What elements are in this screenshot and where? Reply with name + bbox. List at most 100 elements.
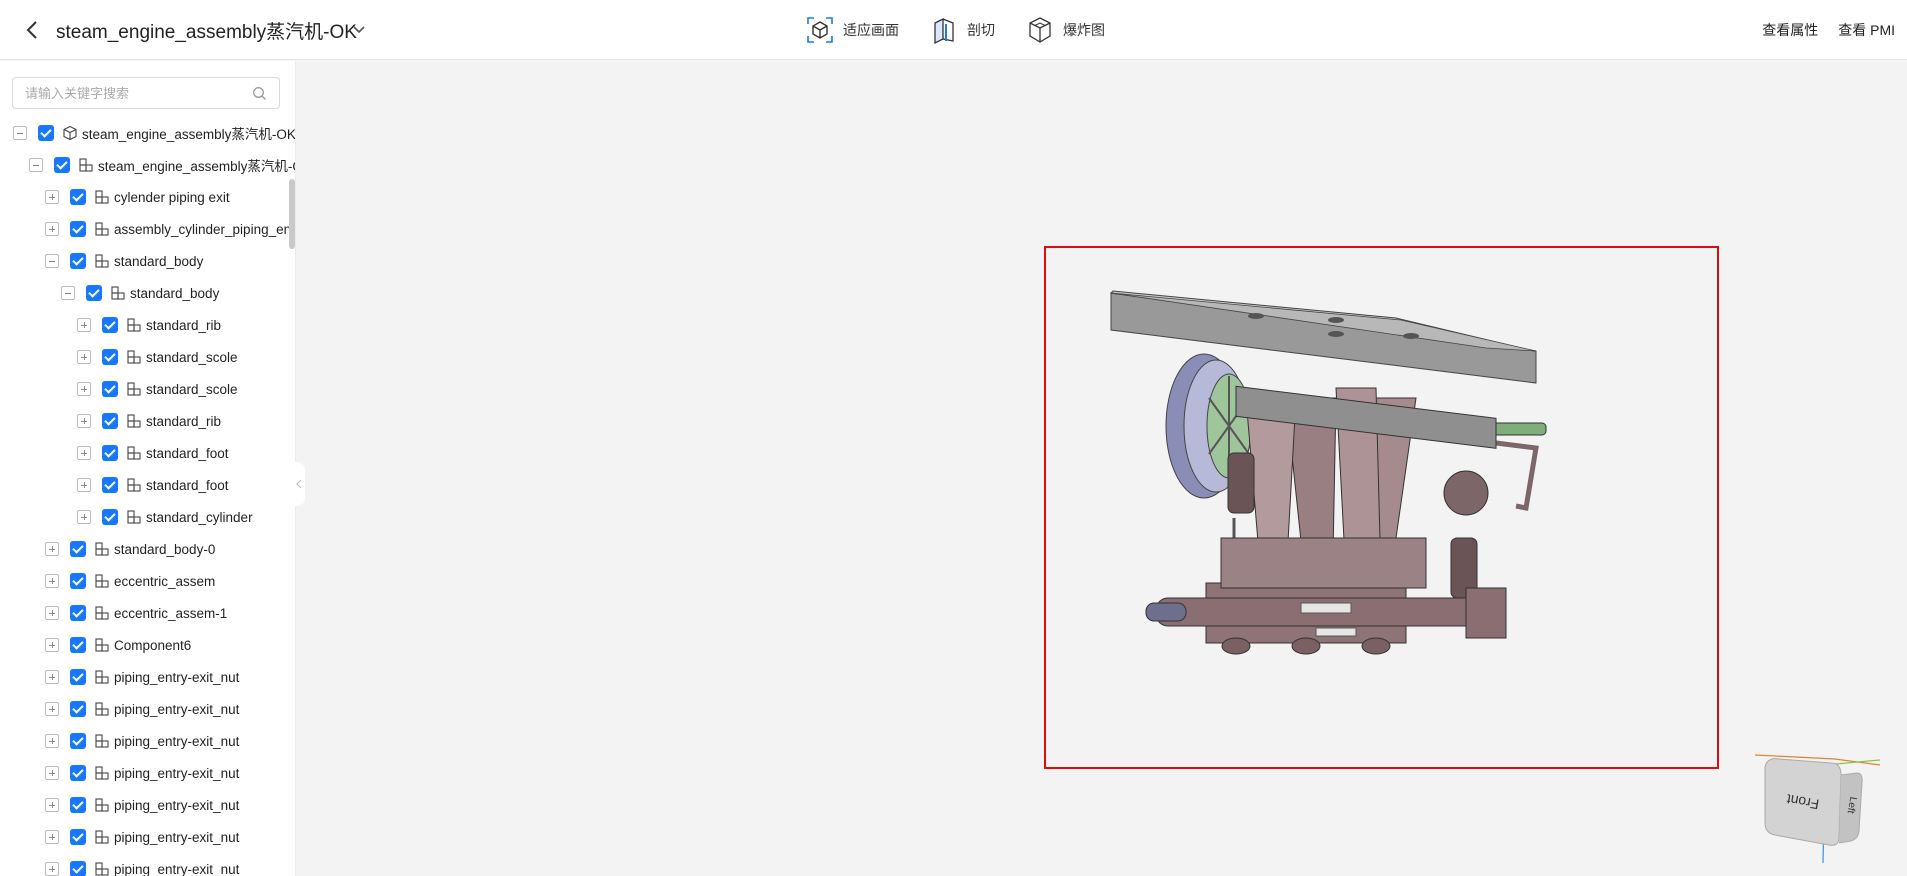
explode-view-button[interactable]: 爆炸图 xyxy=(1025,15,1105,45)
fit-view-label: 适应画面 xyxy=(843,22,899,38)
tree-node[interactable]: standard_rib xyxy=(0,309,290,341)
search-icon[interactable] xyxy=(252,86,267,101)
tree-node[interactable]: piping_entry-exit_nut xyxy=(0,853,290,876)
expand-icon[interactable] xyxy=(45,862,59,876)
back-arrow-icon[interactable] xyxy=(20,16,44,44)
tree-node[interactable]: standard_body xyxy=(0,277,290,309)
expand-icon[interactable] xyxy=(45,702,59,716)
visibility-checkbox[interactable] xyxy=(70,829,86,845)
assembly-icon xyxy=(95,798,109,812)
visibility-checkbox[interactable] xyxy=(86,285,102,301)
assembly-icon xyxy=(95,606,109,620)
visibility-checkbox[interactable] xyxy=(70,733,86,749)
expand-icon[interactable] xyxy=(77,318,91,332)
assembly-icon xyxy=(95,542,109,556)
expand-icon[interactable] xyxy=(45,574,59,588)
tree-node[interactable]: piping_entry-exit_nut xyxy=(0,693,290,725)
collapse-icon[interactable] xyxy=(13,126,27,140)
tree-node[interactable]: piping_entry-exit_nut xyxy=(0,821,290,853)
tree-node-label: piping_entry-exit_nut xyxy=(114,861,240,876)
chevron-down-icon[interactable] xyxy=(350,20,368,38)
fit-view-button[interactable]: 适应画面 xyxy=(805,15,899,45)
visibility-checkbox[interactable] xyxy=(70,573,86,589)
visibility-checkbox[interactable] xyxy=(102,445,118,461)
expand-icon[interactable] xyxy=(77,510,91,524)
visibility-checkbox[interactable] xyxy=(102,509,118,525)
tree-node[interactable]: cylender piping exit xyxy=(0,181,290,213)
expand-icon[interactable] xyxy=(77,414,91,428)
model-tree-panel: steam_engine_assembly蒸汽机-OK steam_engine_… xyxy=(0,61,296,876)
tree-node[interactable]: standard_foot xyxy=(0,469,290,501)
tree-node[interactable]: piping_entry-exit_nut xyxy=(0,757,290,789)
tree-node-label: standard_rib xyxy=(146,413,222,429)
visibility-checkbox[interactable] xyxy=(70,765,86,781)
tree-node[interactable]: standard_foot xyxy=(0,437,290,469)
visibility-checkbox[interactable] xyxy=(54,157,70,173)
visibility-checkbox[interactable] xyxy=(70,221,86,237)
visibility-checkbox[interactable] xyxy=(102,349,118,365)
visibility-checkbox[interactable] xyxy=(102,413,118,429)
tree-node[interactable]: standard_rib xyxy=(0,405,290,437)
collapse-icon[interactable] xyxy=(45,254,59,268)
tree-node[interactable]: standard_cylinder xyxy=(0,501,290,533)
expand-icon[interactable] xyxy=(77,478,91,492)
search-box xyxy=(12,77,280,109)
visibility-checkbox[interactable] xyxy=(38,125,54,141)
assembly-icon xyxy=(127,510,141,524)
expand-icon[interactable] xyxy=(45,734,59,748)
steam-engine-model[interactable] xyxy=(1046,248,1717,767)
search-input[interactable] xyxy=(25,78,245,108)
tree-node[interactable]: steam_engine_assembly蒸汽机-OK xyxy=(0,149,295,181)
tree-node-label: piping_entry-exit_nut xyxy=(114,765,240,781)
expand-icon[interactable] xyxy=(45,830,59,844)
view-cube[interactable]: Front Left xyxy=(1755,745,1885,865)
collapse-icon[interactable] xyxy=(61,286,75,300)
tree-node[interactable]: piping_entry-exit_nut xyxy=(0,661,290,693)
visibility-checkbox[interactable] xyxy=(102,317,118,333)
visibility-checkbox[interactable] xyxy=(70,701,86,717)
expand-icon[interactable] xyxy=(45,542,59,556)
visibility-checkbox[interactable] xyxy=(70,253,86,269)
tree-node[interactable]: standard_body-0 xyxy=(0,533,290,565)
visibility-checkbox[interactable] xyxy=(70,541,86,557)
expand-icon[interactable] xyxy=(45,670,59,684)
visibility-checkbox[interactable] xyxy=(70,797,86,813)
view-pmi-link[interactable]: 查看 PMI xyxy=(1838,20,1895,40)
visibility-checkbox[interactable] xyxy=(102,477,118,493)
tree-node[interactable]: Component6 xyxy=(0,629,290,661)
section-cut-button[interactable]: 剖切 xyxy=(929,15,995,45)
page-title: steam_engine_assembly蒸汽机-OK xyxy=(56,22,357,43)
tree-node[interactable]: piping_entry-exit_nut xyxy=(0,725,290,757)
tree-node-label: standard_foot xyxy=(146,477,229,493)
tree-node[interactable]: steam_engine_assembly蒸汽机-OK xyxy=(0,117,295,149)
expand-icon[interactable] xyxy=(45,798,59,812)
expand-icon[interactable] xyxy=(77,382,91,396)
3d-viewport[interactable]: Front Left xyxy=(297,61,1907,876)
visibility-checkbox[interactable] xyxy=(102,381,118,397)
visibility-checkbox[interactable] xyxy=(70,637,86,653)
tree-node[interactable]: eccentric_assem xyxy=(0,565,290,597)
visibility-checkbox[interactable] xyxy=(70,669,86,685)
visibility-checkbox[interactable] xyxy=(70,605,86,621)
expand-icon[interactable] xyxy=(45,222,59,236)
tree-node[interactable]: eccentric_assem-1 xyxy=(0,597,290,629)
tree-node[interactable]: assembly_cylinder_piping_entry xyxy=(0,213,295,245)
tree-node[interactable]: piping_entry-exit_nut xyxy=(0,789,290,821)
tree-node-label: piping_entry-exit_nut xyxy=(114,829,240,845)
visibility-checkbox[interactable] xyxy=(70,861,86,876)
view-properties-link[interactable]: 查看属性 xyxy=(1762,20,1818,40)
expand-icon[interactable] xyxy=(45,190,59,204)
expand-icon[interactable] xyxy=(45,638,59,652)
tree-node[interactable]: standard_scole xyxy=(0,373,290,405)
tree-node-label: piping_entry-exit_nut xyxy=(114,701,240,717)
tree-scrollbar[interactable] xyxy=(289,179,295,249)
visibility-checkbox[interactable] xyxy=(70,189,86,205)
tree-node-label: steam_engine_assembly蒸汽机-OK xyxy=(98,159,296,174)
tree-node[interactable]: standard_body xyxy=(0,245,290,277)
expand-icon[interactable] xyxy=(77,446,91,460)
collapse-icon[interactable] xyxy=(29,158,43,172)
tree-node[interactable]: standard_scole xyxy=(0,341,290,373)
expand-icon[interactable] xyxy=(45,766,59,780)
expand-icon[interactable] xyxy=(77,350,91,364)
expand-icon[interactable] xyxy=(45,606,59,620)
